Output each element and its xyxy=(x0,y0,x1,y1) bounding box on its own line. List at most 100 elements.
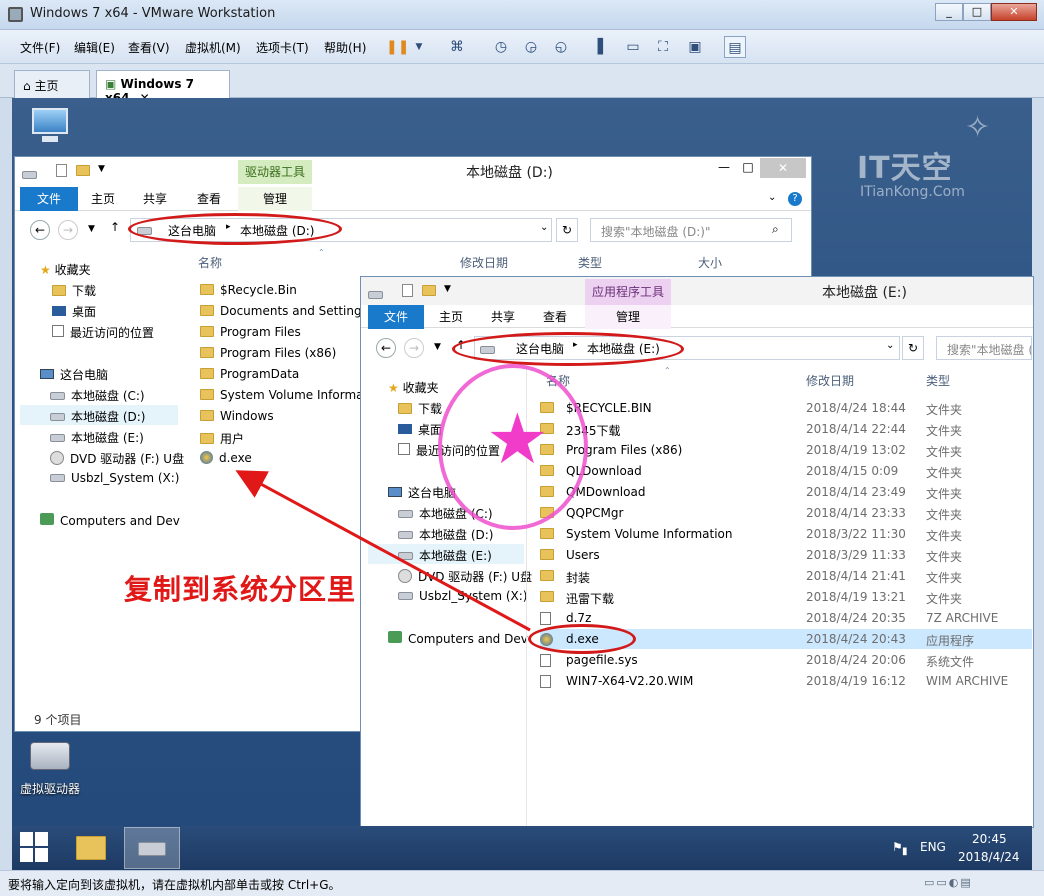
menu-vm[interactable]: 虚拟机(M) xyxy=(185,39,241,56)
file-row-e[interactable]: QLDownload 2018/4/15 0:09 文件夹 xyxy=(540,461,1032,481)
snapshot-manager-icon[interactable]: ◵ xyxy=(550,36,572,58)
nav-d-desktop[interactable]: 桌面 xyxy=(52,303,96,320)
console-view-icon[interactable]: ▭ xyxy=(622,36,644,58)
tray-network-icon[interactable]: ▮ xyxy=(902,846,908,857)
nav-d-dvd[interactable]: DVD 驱动器 (F:) U盘 xyxy=(50,450,184,467)
ribbon-expand-icon[interactable]: ⌄ xyxy=(768,192,776,203)
taskbar-explorer-button[interactable] xyxy=(68,828,116,868)
file-row-e[interactable]: $RECYCLE.BIN 2018/4/24 18:44 文件夹 xyxy=(540,398,1032,418)
file-row-e[interactable]: 迅雷下载 2018/4/19 13:21 文件夹 xyxy=(540,587,1032,607)
file-row-e[interactable]: System Volume Information 2018/3/22 11:30… xyxy=(540,524,1032,544)
sidebar-icon[interactable]: ▌ xyxy=(592,36,614,58)
tray-language[interactable]: ENG xyxy=(920,840,946,854)
ribbon-e-tab-manage[interactable]: 管理 xyxy=(585,305,671,329)
file-row-e[interactable]: pagefile.sys 2018/4/24 20:06 系统文件 xyxy=(540,650,1032,670)
ribbon-d-tab-manage[interactable]: 管理 xyxy=(238,187,312,211)
nav-d-drive-c[interactable]: 本地磁盘 (C:) xyxy=(50,387,145,404)
menu-edit[interactable]: 编辑(E) xyxy=(74,39,115,56)
maximize-button[interactable]: □ xyxy=(963,3,991,21)
folder-qat-icon[interactable] xyxy=(76,164,96,178)
file-row-d[interactable]: Program Files xyxy=(200,325,301,339)
menu-tabs[interactable]: 选项卡(T) xyxy=(256,39,309,56)
qat-dropdown-icon[interactable]: ▼ xyxy=(444,284,451,294)
file-row-d[interactable]: 用户 xyxy=(200,430,244,447)
ribbon-d-tab-file[interactable]: 文件 xyxy=(20,187,78,211)
qat-dropdown-icon[interactable]: ▼ xyxy=(98,164,105,174)
thumbnail-view-icon[interactable]: ▤ xyxy=(724,36,746,58)
file-row-e[interactable]: 封装 2018/4/14 21:41 文件夹 xyxy=(540,566,1032,586)
close-button[interactable]: ✕ xyxy=(991,3,1037,21)
unity-icon[interactable]: ▣ xyxy=(684,36,706,58)
search-icon[interactable]: ⌕ xyxy=(772,222,779,237)
nav-d-drive-e[interactable]: 本地磁盘 (E:) xyxy=(50,429,144,446)
file-row-d[interactable]: Documents and Settings xyxy=(200,304,368,318)
address-dropdown-icon[interactable]: ⌄ xyxy=(540,222,548,233)
send-ctrl-alt-del-icon[interactable]: ⌘ xyxy=(446,36,468,58)
tray-time[interactable]: 20:45 xyxy=(972,832,1007,846)
refresh-icon[interactable]: ↻ xyxy=(556,218,578,242)
start-button[interactable] xyxy=(20,832,50,862)
file-row-e[interactable]: QMDownload 2018/4/14 23:49 文件夹 xyxy=(540,482,1032,502)
file-row-d[interactable]: System Volume Informat xyxy=(200,388,368,402)
ribbon-d-tab-share[interactable]: 共享 xyxy=(132,187,178,211)
pause-icon[interactable]: ❚❚ xyxy=(386,36,409,58)
back-button[interactable]: ← xyxy=(30,220,50,240)
minimize-button[interactable]: _ xyxy=(935,3,963,21)
dropdown-arrow-icon[interactable]: ▼ xyxy=(408,36,430,58)
ribbon-e-tab-file[interactable]: 文件 xyxy=(368,305,424,329)
col-date-d[interactable]: 修改日期 xyxy=(460,254,508,271)
address-dropdown-icon[interactable]: ⌄ xyxy=(886,340,894,351)
nav-e-downloads[interactable]: 下载 xyxy=(398,400,442,417)
menu-help[interactable]: 帮助(H) xyxy=(324,39,366,56)
fullscreen-icon[interactable]: ⛶ xyxy=(652,36,674,58)
file-row-e[interactable]: WIN7-X64-V2.20.WIM 2018/4/19 16:12 WIM ARC… xyxy=(540,671,1032,691)
window-d-minimize[interactable]: — xyxy=(712,160,736,174)
window-d-maximize[interactable]: □ xyxy=(736,160,760,174)
menu-view[interactable]: 查看(V) xyxy=(128,39,170,56)
tab-home[interactable]: ⌂ 主页 xyxy=(14,70,90,98)
snapshot-icon[interactable]: ◷ xyxy=(490,36,512,58)
folder-qat-icon[interactable] xyxy=(422,284,442,298)
nav-d-drive-d[interactable]: 本地磁盘 (D:) xyxy=(20,405,178,425)
ribbon-e-tab-view[interactable]: 查看 xyxy=(532,305,578,329)
nav-d-recent[interactable]: 最近访问的位置 xyxy=(52,324,154,341)
file-row-d[interactable]: $Recycle.Bin xyxy=(200,283,297,297)
up-button[interactable]: ↑ xyxy=(110,220,120,234)
col-size-d[interactable]: 大小 xyxy=(698,254,722,271)
search-input-d[interactable]: 搜索"本地磁盘 (D:)" xyxy=(590,218,792,242)
file-row-e[interactable]: QQPCMgr 2018/4/14 23:33 文件夹 xyxy=(540,503,1032,523)
new-file-icon[interactable] xyxy=(402,284,413,297)
nav-d-favorites[interactable]: ★ 收藏夹 xyxy=(40,261,91,278)
revert-snapshot-icon[interactable]: ◶ xyxy=(520,36,542,58)
forward-button[interactable]: → xyxy=(58,220,78,240)
tab-windows7[interactable]: ▣ Windows 7 x64 ✕ xyxy=(96,70,230,105)
tray-date[interactable]: 2018/4/24 xyxy=(958,850,1020,864)
ribbon-e-tab-share[interactable]: 共享 xyxy=(480,305,526,329)
refresh-icon[interactable]: ↻ xyxy=(902,336,924,360)
col-name-d[interactable]: 名称 xyxy=(198,254,222,271)
nav-d-usb[interactable]: Usbzl_System (X:) xyxy=(50,471,179,485)
nav-e-desktop[interactable]: 桌面 xyxy=(398,421,442,438)
back-button[interactable]: ← xyxy=(376,338,396,358)
search-input-e[interactable]: 搜索"本地磁盘 ( xyxy=(936,336,1032,360)
file-row-d[interactable]: ProgramData xyxy=(200,367,299,381)
menu-file[interactable]: 文件(F) xyxy=(20,39,60,56)
file-row-e[interactable]: Program Files (x86) 2018/4/19 13:02 文件夹 xyxy=(540,440,1032,460)
nav-d-this-pc[interactable]: 这台电脑 xyxy=(40,366,108,383)
col-type-e[interactable]: 类型 xyxy=(926,372,950,389)
ribbon-d-tab-view[interactable]: 查看 xyxy=(186,187,232,211)
file-row-d[interactable]: Windows xyxy=(200,409,274,423)
virtual-drive-desktop-icon[interactable]: 虚拟驱动器 xyxy=(20,736,90,796)
file-row-e[interactable]: 2345下载 2018/4/14 22:44 文件夹 xyxy=(540,419,1032,439)
recent-locations-icon[interactable]: ▼ xyxy=(434,342,441,352)
computer-desktop-icon[interactable] xyxy=(26,106,74,146)
file-row-d[interactable]: Program Files (x86) xyxy=(200,346,336,360)
nav-e-favorites[interactable]: ★ 收藏夹 xyxy=(388,379,439,396)
recent-locations-icon[interactable]: ▼ xyxy=(88,224,95,234)
window-d-close[interactable]: ✕ xyxy=(760,158,806,178)
status-device-icons[interactable]: ▭▭◐▤ xyxy=(924,876,973,889)
ribbon-d-tab-home[interactable]: 主页 xyxy=(80,187,126,211)
ribbon-e-tab-home[interactable]: 主页 xyxy=(428,305,474,329)
file-row-e[interactable]: Users 2018/3/29 11:33 文件夹 xyxy=(540,545,1032,565)
forward-button[interactable]: → xyxy=(404,338,424,358)
